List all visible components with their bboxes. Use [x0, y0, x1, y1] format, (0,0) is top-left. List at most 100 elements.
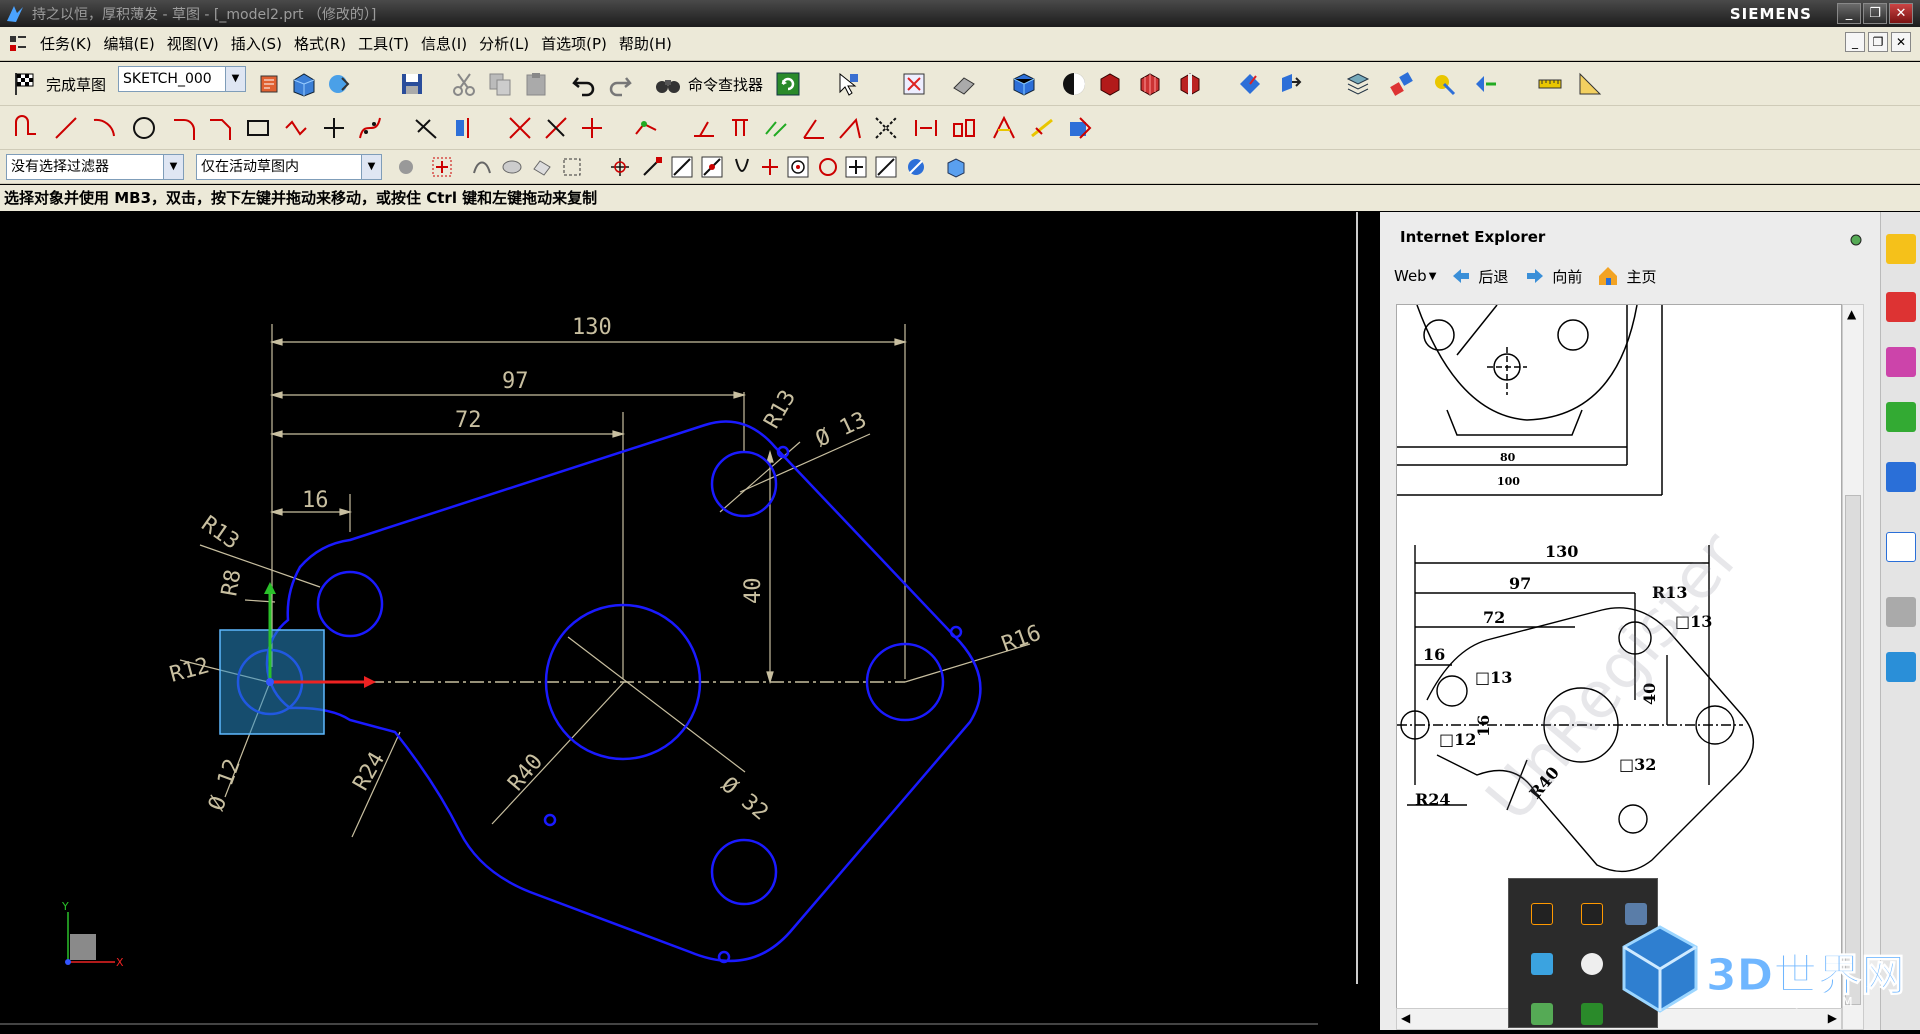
- qq-penguin-icon[interactable]: [1581, 903, 1603, 925]
- reattach-icon[interactable]: [290, 70, 318, 98]
- spline-icon[interactable]: [356, 114, 384, 142]
- animate-dimension-icon[interactable]: [1066, 114, 1094, 142]
- home-icon[interactable]: [1596, 264, 1620, 288]
- dim-phi12-label[interactable]: Ø 12: [204, 756, 246, 814]
- mirror-curve-icon[interactable]: [452, 114, 480, 142]
- sketch-flow-icon[interactable]: [1472, 70, 1500, 98]
- view-cube-icon[interactable]: [944, 155, 968, 179]
- select-curves-icon[interactable]: [470, 155, 494, 179]
- motion-icon[interactable]: [1430, 70, 1458, 98]
- type-filter-select[interactable]: 没有选择过滤器 ▼: [6, 154, 184, 180]
- select-face-icon[interactable]: [500, 155, 524, 179]
- dim-16-label[interactable]: 16: [302, 488, 329, 513]
- continuous-auto-dimension-icon[interactable]: [1028, 114, 1056, 142]
- menu-tools[interactable]: 工具(T): [358, 33, 409, 54]
- mdi-close-button[interactable]: ✕: [1891, 32, 1911, 52]
- menu-analysis[interactable]: 分析(L): [479, 33, 529, 54]
- wcs-dynamic-icon[interactable]: [1276, 70, 1304, 98]
- convert-reference-icon[interactable]: [872, 114, 900, 142]
- quick-extend-icon[interactable]: [542, 114, 570, 142]
- restore-button[interactable]: ❐: [1863, 3, 1887, 24]
- snap-end-point-icon[interactable]: [640, 155, 664, 179]
- orient-view-icon[interactable]: [256, 70, 284, 98]
- constraints-icon[interactable]: [632, 114, 660, 142]
- finish-sketch-flag-icon[interactable]: [10, 70, 38, 98]
- layer-settings-icon[interactable]: [1344, 70, 1372, 98]
- menu-info[interactable]: 信息(I): [421, 33, 467, 54]
- point-icon[interactable]: [320, 114, 348, 142]
- make-corner-icon[interactable]: [578, 114, 606, 142]
- section-box-icon[interactable]: [1176, 70, 1204, 98]
- mdi-restore-button[interactable]: ❐: [1868, 32, 1888, 52]
- scroll-up-icon[interactable]: ▲: [1847, 307, 1856, 321]
- filter-settings-icon[interactable]: [394, 155, 418, 179]
- snap-point-enable-icon[interactable]: [608, 155, 632, 179]
- dim-r40-label[interactable]: R40: [503, 749, 548, 796]
- selection-arrow-icon[interactable]: [834, 70, 862, 98]
- security-shield-icon[interactable]: [1581, 1003, 1603, 1025]
- history-icon[interactable]: [1886, 532, 1916, 562]
- mdi-minimize-button[interactable]: _: [1845, 32, 1865, 52]
- back-arrow-icon[interactable]: [1450, 265, 1472, 287]
- dim-r24-label[interactable]: R24: [349, 748, 391, 795]
- profile-icon[interactable]: [12, 114, 40, 142]
- finish-sketch-label[interactable]: 完成草图: [46, 74, 106, 95]
- scroll-left-icon[interactable]: ◀: [1401, 1011, 1410, 1025]
- red-grid-box-icon[interactable]: [1136, 70, 1164, 98]
- polygon-icon[interactable]: [282, 114, 310, 142]
- measure-angle-icon[interactable]: [1576, 70, 1604, 98]
- hole-top-circle[interactable]: [710, 450, 778, 518]
- network-icon[interactable]: [1531, 953, 1553, 975]
- minimize-button[interactable]: _: [1837, 3, 1861, 24]
- chamfer-icon[interactable]: [206, 114, 234, 142]
- dim-r12-label[interactable]: R12: [167, 653, 212, 687]
- snap-tangent-icon[interactable]: [758, 155, 782, 179]
- forward-button[interactable]: 向前: [1552, 266, 1582, 287]
- small-point-circle[interactable]: [543, 813, 557, 827]
- shaded-cube-icon[interactable]: [1010, 70, 1038, 98]
- parallel-constraint-icon[interactable]: [762, 114, 790, 142]
- select-body-icon[interactable]: [530, 155, 554, 179]
- arc-icon[interactable]: [90, 114, 118, 142]
- hole-r8-circle[interactable]: [316, 570, 384, 638]
- datum-origin-point[interactable]: [266, 678, 274, 686]
- snap-mid-point-icon[interactable]: [670, 155, 694, 179]
- refresh-icon[interactable]: [774, 70, 802, 98]
- qq-penguin-icon[interactable]: [1531, 903, 1553, 925]
- snap-control-point-icon[interactable]: [700, 155, 724, 179]
- snap-quadrant-icon[interactable]: [816, 155, 840, 179]
- undo-icon[interactable]: [570, 70, 598, 98]
- red-box-icon[interactable]: [1096, 70, 1124, 98]
- vertical-scrollbar[interactable]: ▲: [1842, 304, 1864, 1030]
- snap-existing-point-icon[interactable]: [844, 155, 868, 179]
- cloud-icon[interactable]: [1581, 953, 1603, 975]
- dim-r13-top-label[interactable]: R13: [760, 386, 802, 433]
- dim-72-label[interactable]: 72: [455, 408, 482, 433]
- dim-phi32-label[interactable]: Ø 32: [716, 772, 773, 825]
- background-sphere-icon[interactable]: [1060, 70, 1088, 98]
- display-monitor-icon[interactable]: [1625, 903, 1647, 925]
- command-finder-label[interactable]: 命令查找器: [688, 74, 763, 95]
- assembly-constraint-icon[interactable]: [1388, 70, 1416, 98]
- dim-r8-label[interactable]: R8: [217, 568, 246, 598]
- create-inferred-icon[interactable]: [990, 114, 1018, 142]
- menu-view[interactable]: 视图(V): [167, 33, 219, 54]
- constraint-navigator-icon[interactable]: [1886, 292, 1916, 322]
- forward-arrow-icon[interactable]: [1524, 265, 1546, 287]
- snap-point-on-curve-icon[interactable]: [874, 155, 898, 179]
- menu-task[interactable]: 任务(K): [40, 33, 92, 54]
- dim-130-label[interactable]: 130: [572, 315, 612, 340]
- menu-edit[interactable]: 编辑(E): [104, 33, 155, 54]
- rectangle-icon[interactable]: [244, 114, 272, 142]
- shaded-view-icon[interactable]: [950, 70, 978, 98]
- home-button[interactable]: 主页: [1626, 266, 1656, 287]
- chevron-down-icon[interactable]: ▼: [163, 155, 183, 179]
- dim-40-label[interactable]: 40: [741, 578, 766, 605]
- dim-r16-label[interactable]: R16: [999, 621, 1045, 658]
- menu-help[interactable]: 帮助(H): [619, 33, 672, 54]
- nvidia-icon[interactable]: [1531, 1003, 1553, 1025]
- roles-icon[interactable]: [1886, 652, 1916, 682]
- part-navigator-icon[interactable]: [1886, 347, 1916, 377]
- auto-constrain-icon[interactable]: [690, 114, 718, 142]
- perimeter-dimension-icon[interactable]: [836, 114, 864, 142]
